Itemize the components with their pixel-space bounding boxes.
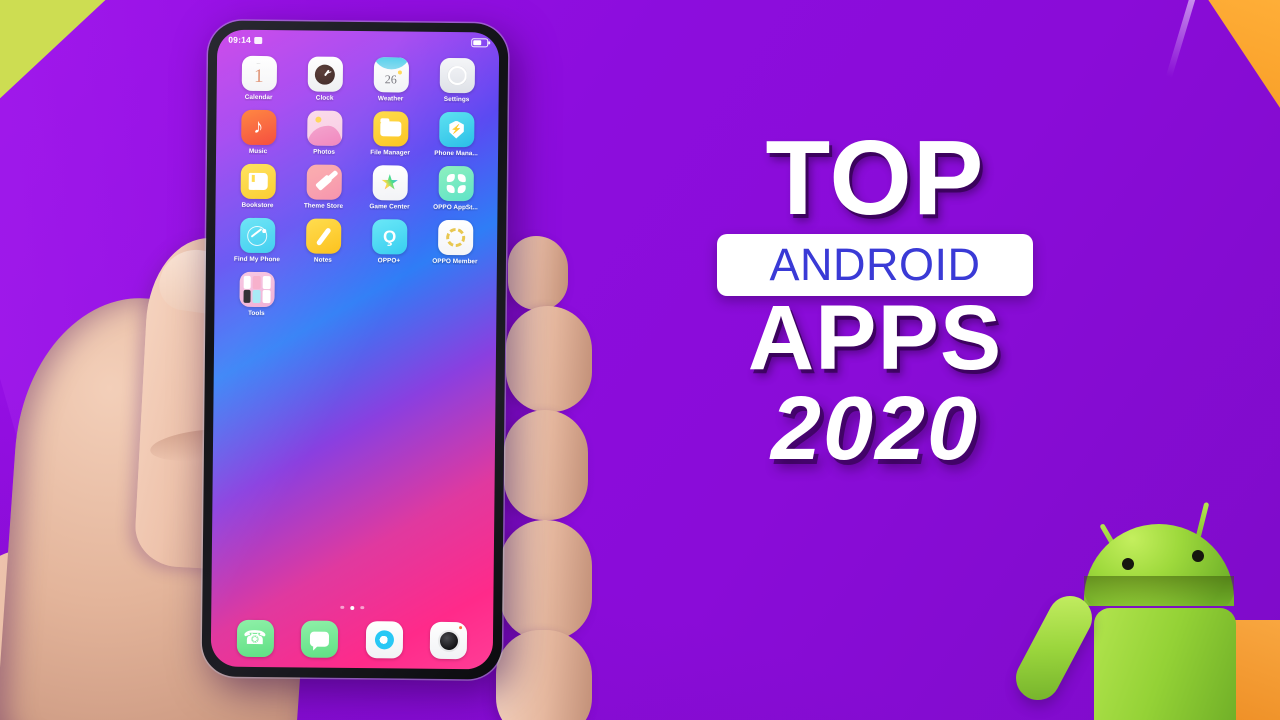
app-music[interactable]: ♪ Music	[228, 109, 288, 156]
robot-eye-right	[1192, 550, 1204, 562]
settings-icon	[439, 57, 475, 94]
message-icon[interactable]	[301, 620, 339, 658]
app-weather[interactable]: 26 Weather	[361, 57, 421, 103]
android-badge-label: ANDROID	[769, 238, 981, 290]
robot-head-shadow	[1084, 576, 1234, 610]
shield-icon	[438, 111, 474, 148]
app-label: File Manager	[370, 149, 410, 157]
app-label: Game Center	[369, 203, 410, 211]
book-icon	[240, 163, 276, 200]
weather-icon: 26	[373, 57, 409, 93]
app-phone-manager[interactable]: Phone Mana...	[426, 111, 486, 158]
app-label: Clock	[315, 94, 334, 102]
phone-icon[interactable]	[236, 619, 274, 658]
brush-icon	[306, 164, 342, 200]
page-dot-active	[350, 605, 355, 611]
page-dot	[360, 605, 364, 610]
app-label: Weather	[377, 95, 404, 103]
app-label: Notes	[313, 256, 332, 264]
app-oppo-plus[interactable]: O̧ OPPO+	[359, 219, 419, 265]
finger-lower	[496, 630, 592, 720]
photos-icon	[306, 110, 343, 146]
antenna-right	[1195, 501, 1210, 539]
title-block: TOP ANDROID APPS 2020	[690, 119, 1060, 480]
title-top: TOP	[765, 119, 985, 237]
app-label: OPPO AppSt...	[433, 203, 478, 212]
alarm-icon	[253, 36, 263, 44]
title-apps: APPS	[747, 286, 1003, 389]
status-bar-time: 09:14	[228, 34, 252, 45]
app-label: Bookstore	[241, 201, 274, 210]
battery-icon	[471, 37, 489, 47]
calendar-day: 1	[253, 65, 264, 88]
app-file-manager[interactable]: File Manager	[360, 111, 420, 157]
finger-ring	[504, 410, 588, 520]
phone-screen[interactable]: 09:14 一 1 Calendar Clock 26 Weather Sett…	[210, 29, 500, 670]
title-year: 2020	[770, 379, 980, 480]
finger-middle	[506, 306, 592, 412]
app-label: Find My Phone	[233, 255, 281, 264]
app-calendar[interactable]: 一 1 Calendar	[229, 55, 289, 102]
app-label: Phone Mana...	[434, 149, 478, 158]
radar-icon	[239, 217, 275, 254]
clock-icon	[307, 56, 343, 92]
app-notes[interactable]: Notes	[293, 218, 353, 264]
oppo-plus-glyph: O̧	[382, 226, 396, 246]
robot-body	[1094, 608, 1236, 720]
app-label: OPPO Member	[432, 257, 478, 266]
app-bookstore[interactable]: Bookstore	[227, 163, 287, 210]
robot-arm-waving	[1008, 588, 1100, 708]
app-oppo-appstore[interactable]: OPPO AppSt...	[425, 165, 485, 212]
app-label: Photos	[313, 148, 336, 156]
clover-icon	[438, 165, 474, 202]
app-label: Theme Store	[303, 202, 344, 210]
app-theme-store[interactable]: Theme Store	[293, 164, 353, 210]
app-label: Music	[248, 147, 268, 156]
robot-eye-left	[1122, 558, 1134, 570]
weather-temperature: 26	[384, 71, 397, 86]
pencil-icon	[305, 218, 341, 254]
folder-icon	[372, 111, 408, 147]
app-settings[interactable]: Settings	[427, 57, 487, 104]
calendar-icon: 一 1	[241, 55, 277, 92]
page-dot	[340, 605, 345, 609]
app-tools-folder[interactable]: Tools	[226, 271, 286, 318]
smartphone-device: 09:14 一 1 Calendar Clock 26 Weather Sett…	[201, 20, 509, 680]
app-photos[interactable]: Photos	[294, 110, 354, 156]
thumbnail-canvas: 09:14 一 1 Calendar Clock 26 Weather Sett…	[0, 0, 1280, 720]
app-label: Tools	[247, 309, 265, 318]
dock	[211, 619, 493, 660]
app-game-center[interactable]: ★ Game Center	[359, 165, 419, 211]
app-label: Calendar	[244, 93, 273, 102]
app-grid: 一 1 Calendar Clock 26 Weather Settings ♪…	[214, 50, 499, 320]
app-oppo-member[interactable]: OPPO Member	[425, 219, 485, 266]
member-ring-icon	[437, 219, 473, 256]
camera-icon[interactable]	[430, 621, 468, 660]
app-find-my-phone[interactable]: Find My Phone	[227, 217, 287, 264]
music-icon: ♪	[240, 109, 277, 146]
finger-index	[508, 236, 568, 310]
app-clock[interactable]: Clock	[295, 56, 355, 102]
android-robot-icon	[1008, 496, 1262, 720]
oppo-plus-icon: O̧	[371, 219, 407, 255]
finger-pinky	[500, 520, 592, 640]
folder-tools-icon	[238, 271, 275, 308]
app-label: OPPO+	[377, 257, 401, 265]
page-indicator[interactable]	[211, 604, 493, 611]
browser-icon[interactable]	[365, 621, 403, 659]
calendar-weekday: 一	[256, 60, 262, 67]
app-label: Settings	[443, 95, 470, 104]
star-icon: ★	[372, 165, 408, 201]
